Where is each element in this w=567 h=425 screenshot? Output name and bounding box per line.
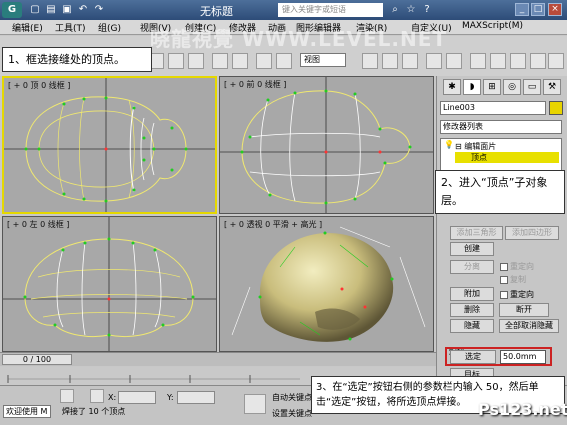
move-icon[interactable]	[232, 53, 248, 69]
align-button[interactable]	[446, 53, 462, 69]
window-crossing-button[interactable]	[168, 53, 184, 69]
menu-graph-editors[interactable]: 图形编辑器	[296, 21, 341, 34]
left-view-wireframe	[3, 217, 216, 351]
material-editor-button[interactable]	[510, 53, 526, 69]
site-watermark: Ps123.net	[478, 400, 567, 419]
time-slider[interactable]: 0 / 100	[2, 354, 72, 365]
perspective-shaded-model	[231, 226, 426, 342]
reorient-checkbox[interactable]: 重定向	[500, 261, 534, 272]
curve-editor-button[interactable]	[490, 53, 506, 69]
time-bar: 0 / 100	[0, 352, 436, 366]
layer-button[interactable]	[470, 53, 486, 69]
modifier-list-dropdown[interactable]: 修改器列表	[440, 120, 562, 134]
snap-button[interactable]	[362, 53, 378, 69]
absolute-mode-icon[interactable]	[90, 389, 104, 403]
lightbulb-icon[interactable]: 💡	[444, 140, 454, 149]
y-coordinate-field[interactable]	[177, 391, 215, 404]
stack-item-edit-patch[interactable]: ⊟ 编辑面片	[455, 141, 496, 152]
utilities-tab-icon[interactable]: ⚒	[543, 79, 561, 95]
detach-button[interactable]: 分离	[450, 260, 494, 274]
mirror-button[interactable]	[426, 53, 442, 69]
close-button[interactable]: ×	[548, 3, 562, 16]
callout-step2: 2、进入“顶点”子对象层。	[435, 170, 565, 214]
stack-item-vertex[interactable]: 顶点	[455, 152, 559, 163]
search-icon[interactable]: ⌕	[388, 3, 402, 17]
minimize-button[interactable]: _	[515, 3, 529, 16]
top-view-wireframe	[4, 78, 215, 212]
motion-tab-icon[interactable]: ◎	[503, 79, 521, 95]
create-tab-icon[interactable]: ✱	[443, 79, 461, 95]
maxscript-listener[interactable]: 欢迎使用 M	[3, 405, 51, 418]
create-button[interactable]: 创建	[450, 242, 494, 256]
object-color-swatch[interactable]	[549, 101, 563, 115]
break-button[interactable]: 断开	[499, 303, 549, 317]
weld-highlight-box	[445, 347, 552, 366]
add-triangle-button[interactable]: 添加三角形	[450, 226, 503, 240]
y-label: Y:	[167, 393, 174, 402]
track-bar-ticks	[7, 375, 300, 383]
angle-snap-button[interactable]	[382, 53, 398, 69]
x-coordinate-field[interactable]	[118, 391, 156, 404]
select-move-button[interactable]	[188, 53, 204, 69]
menu-group[interactable]: 组(G)	[98, 21, 121, 34]
menu-create[interactable]: 创建(C)	[185, 21, 216, 34]
status-message: 焊接了 10 个顶点	[62, 407, 126, 416]
menu-customize[interactable]: 自定义(U)	[411, 21, 452, 34]
callout-step1: 1、框选接缝处的顶点。	[2, 47, 152, 72]
viewport-top[interactable]: [ + 0 顶 0 线框 ]	[2, 76, 217, 214]
menu-modifiers[interactable]: 修改器	[229, 21, 256, 34]
hierarchy-tab-icon[interactable]: ⊞	[483, 79, 501, 95]
rotate-icon[interactable]	[256, 53, 272, 69]
scale-icon[interactable]	[276, 53, 292, 69]
menu-views[interactable]: 视图(V)	[140, 21, 171, 34]
search-input[interactable]: 键入关键字或短语	[278, 3, 383, 17]
open-file-icon[interactable]: ▤	[44, 3, 58, 17]
reference-coordinate-select[interactable]: 视图	[300, 53, 346, 67]
modify-tab-icon[interactable]: ◗	[463, 79, 481, 95]
menu-maxscript[interactable]: MAXScript(M)	[462, 21, 523, 31]
viewport-left[interactable]: [ + 0 左 0 线框 ]	[2, 216, 217, 352]
hide-button[interactable]: 隐藏	[450, 319, 494, 333]
object-name-field[interactable]: Line003	[440, 101, 546, 115]
reorient-attach-checkbox[interactable]: 重定向	[500, 289, 534, 300]
add-quad-button[interactable]: 添加四边形	[505, 226, 559, 240]
menu-rendering[interactable]: 渲染(R)	[356, 21, 387, 34]
undo-icon[interactable]: ↶	[76, 3, 90, 17]
select-rotate-button[interactable]	[212, 53, 228, 69]
menu-edit[interactable]: 编辑(E)	[12, 21, 43, 34]
front-view-wireframe	[220, 77, 433, 213]
set-key-label[interactable]: 设置关键点	[272, 408, 312, 419]
delete-button[interactable]: 删除	[450, 303, 494, 317]
viewport-front[interactable]: [ + 0 前 0 线框 ]	[219, 76, 434, 214]
key-icon[interactable]	[244, 394, 266, 414]
x-label: X:	[108, 393, 117, 402]
attach-button[interactable]: 附加	[450, 287, 494, 301]
copy-checkbox[interactable]: 复制	[500, 274, 526, 285]
render-button[interactable]	[548, 53, 564, 69]
display-tab-icon[interactable]: ▭	[523, 79, 541, 95]
menu-bar: 编辑(E) 工具(T) 组(G) 视图(V) 创建(C) 修改器 动画 图形编辑…	[0, 20, 567, 35]
menu-tools[interactable]: 工具(T)	[55, 21, 86, 34]
unhide-all-button[interactable]: 全部取消隐藏	[499, 319, 559, 333]
window-title: 无标题	[200, 5, 233, 18]
viewport-perspective[interactable]: [ + 0 透视 0 平滑 + 高光 ]	[219, 216, 434, 352]
save-icon[interactable]: ▣	[60, 3, 74, 17]
percent-snap-button[interactable]	[402, 53, 418, 69]
render-setup-button[interactable]	[530, 53, 546, 69]
redo-icon[interactable]: ↷	[92, 3, 106, 17]
star-icon[interactable]: ☆	[404, 3, 418, 17]
auto-key-label[interactable]: 自动关键点	[272, 392, 312, 403]
lock-selection-icon[interactable]	[60, 389, 74, 403]
title-bar: G ▢ ▤ ▣ ↶ ↷ 无标题 键入关键字或短语 ⌕ ☆ ? _ □ ×	[0, 0, 567, 20]
help-icon[interactable]: ?	[420, 3, 434, 17]
new-file-icon[interactable]: ▢	[28, 3, 42, 17]
app-logo-icon[interactable]: G	[2, 2, 22, 18]
command-panel: ✱ ◗ ⊞ ◎ ▭ ⚒ Line003 修改器列表 💡 ⊟ 编辑面片 顶点 添加…	[436, 76, 567, 425]
maximize-button[interactable]: □	[531, 3, 545, 16]
menu-animation[interactable]: 动画	[268, 21, 286, 34]
